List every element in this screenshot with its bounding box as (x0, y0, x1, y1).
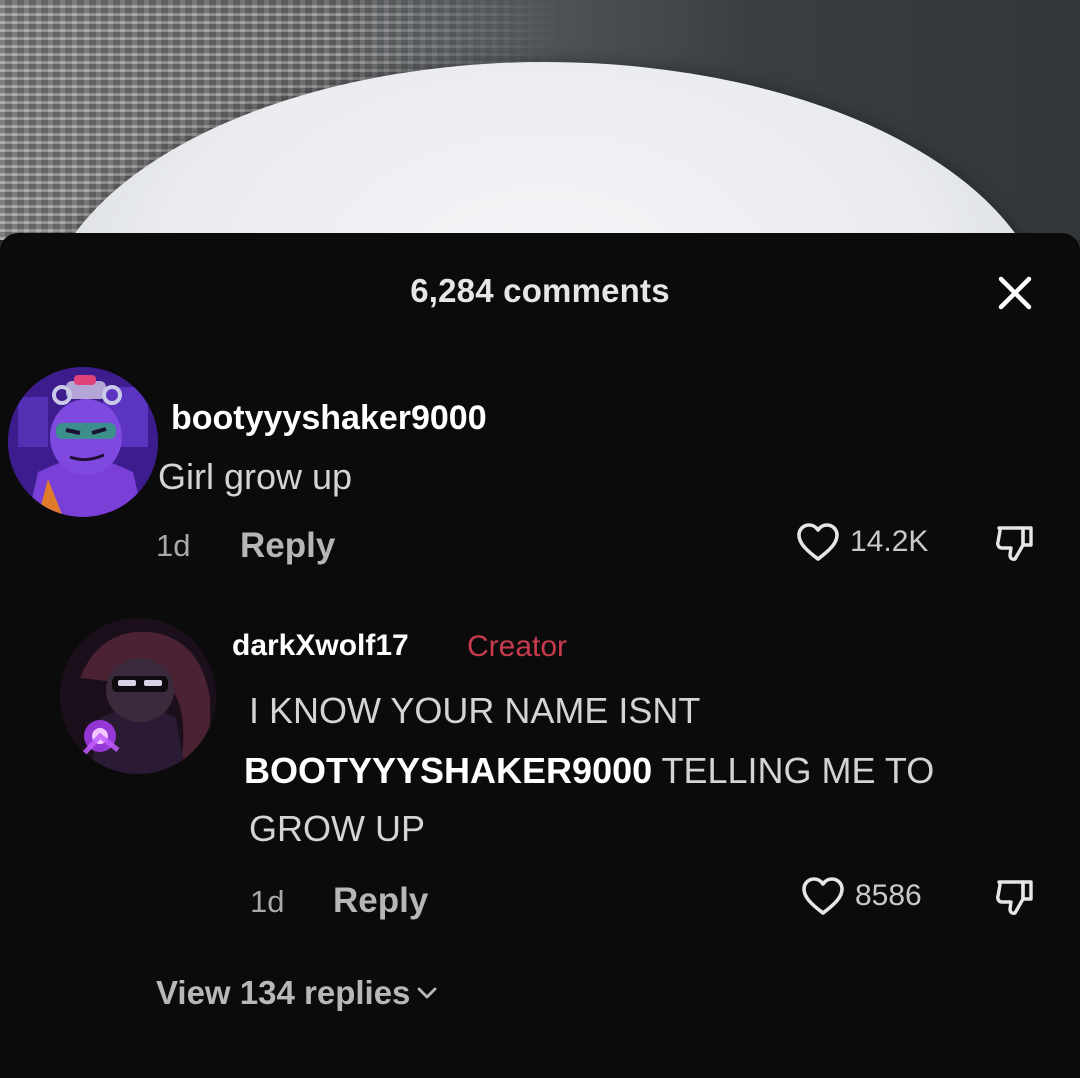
comment-username[interactable]: bootyyyshaker9000 (171, 399, 487, 438)
comment-username[interactable]: darkXwolf17 (232, 629, 409, 663)
comment-text-line: BOOTYYYSHAKER9000 TELLING ME TO (244, 750, 934, 792)
avatar[interactable] (8, 367, 158, 517)
chevron-down-icon (418, 987, 437, 999)
view-replies-label: View 134 replies (156, 974, 411, 1011)
thumbs-down-icon (996, 526, 1033, 561)
thumbs-down-icon (996, 880, 1033, 915)
creator-badge: Creator (467, 630, 568, 663)
like-button[interactable]: 8586 (801, 876, 922, 916)
comment-text-fragment: TELLING ME TO (661, 750, 935, 791)
avatar-illustration (8, 367, 158, 517)
dislike-button[interactable] (990, 520, 1038, 568)
heart-icon (797, 523, 839, 561)
heart-icon (802, 877, 844, 915)
close-icon (998, 276, 1032, 310)
close-button[interactable] (988, 266, 1042, 320)
background-photo (0, 0, 1080, 240)
avatar-illustration (60, 618, 216, 774)
avatar[interactable] (60, 618, 216, 774)
comments-count-title: 6,284 comments (410, 272, 670, 309)
like-button[interactable]: 14.2K (796, 522, 928, 562)
comment-text-line: I KNOW YOUR NAME ISNT (249, 690, 701, 731)
view-replies-button[interactable]: View 134 replies (156, 974, 438, 1012)
like-count: 14.2K (850, 525, 929, 558)
reply-button[interactable]: Reply (240, 526, 335, 566)
username-mention[interactable]: BOOTYYYSHAKER9000 (244, 750, 652, 791)
reply-button[interactable]: Reply (333, 881, 428, 921)
like-count: 8586 (855, 879, 922, 912)
comment-text: Girl grow up (158, 456, 353, 497)
comment-text-line: GROW UP (249, 808, 425, 849)
comment-timestamp: 1d (156, 528, 191, 563)
comment-timestamp: 1d (250, 884, 285, 919)
dislike-button[interactable] (990, 874, 1038, 922)
